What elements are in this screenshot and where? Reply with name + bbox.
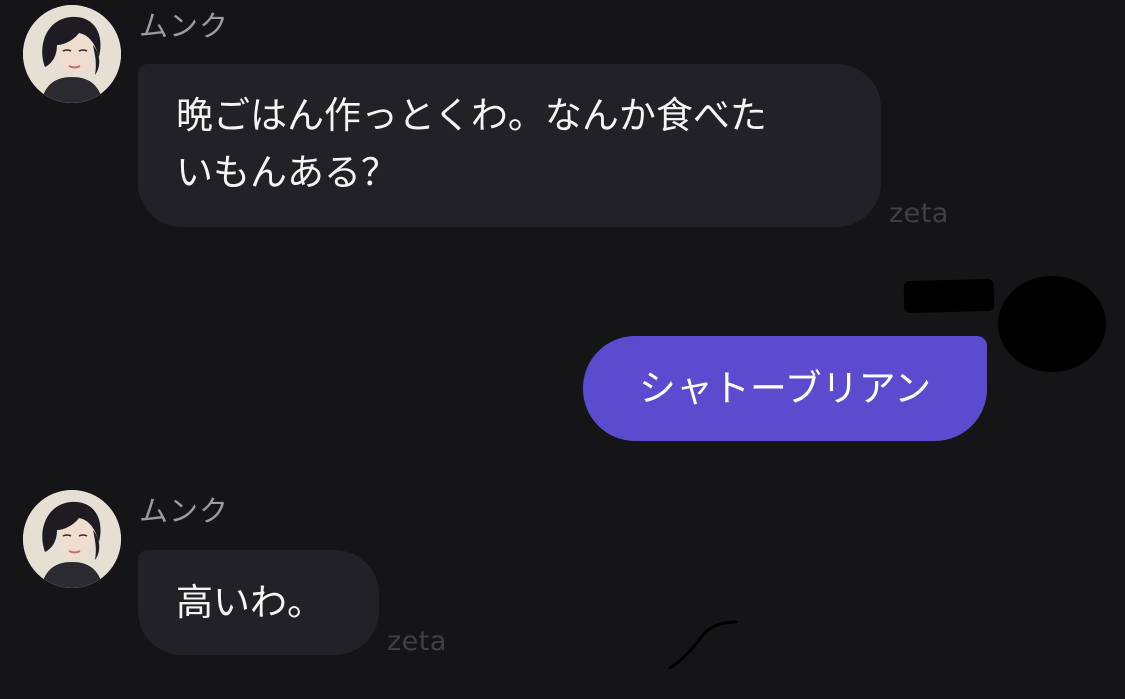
sender-name: ムンク bbox=[139, 9, 230, 43]
character-avatar-icon[interactable] bbox=[23, 490, 121, 588]
message-text-line: いもんある？ bbox=[176, 151, 398, 194]
watermark-label: zeta bbox=[387, 626, 447, 657]
pen-scribble-mark bbox=[668, 620, 738, 670]
message-text-line: 晩ごはん作っとくわ。なんか食べた bbox=[176, 94, 767, 137]
incoming-message-bubble[interactable]: 高いわ。 bbox=[138, 550, 379, 655]
outgoing-message-bubble[interactable]: シャトーブリアン bbox=[583, 336, 987, 441]
incoming-message-bubble[interactable]: 晩ごはん作っとくわ。なんか食べた いもんある？ bbox=[138, 64, 881, 227]
message-text: シャトーブリアン bbox=[638, 367, 932, 410]
character-avatar-icon[interactable] bbox=[23, 5, 121, 103]
redacted-name-mark bbox=[903, 278, 995, 314]
chat-screen: ムンク 晩ごはん作っとくわ。なんか食べた いもんある？ zeta シャトーブリア… bbox=[0, 0, 1125, 699]
message-text: 高いわ。 bbox=[176, 581, 324, 624]
watermark-label: zeta bbox=[889, 198, 949, 229]
redacted-avatar-mark bbox=[998, 276, 1106, 372]
sender-name: ムンク bbox=[139, 494, 230, 528]
